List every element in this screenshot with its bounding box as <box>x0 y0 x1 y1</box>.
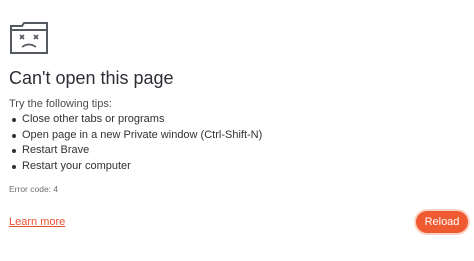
error-code: Error code: 4 <box>9 184 59 194</box>
tip-restart-computer: Restart your computer <box>9 159 262 175</box>
learn-more-link[interactable]: Learn more <box>9 216 65 228</box>
tips-heading: Try the following tips: <box>9 98 112 110</box>
sad-tab-icon <box>10 22 48 54</box>
tip-close-tabs: Close other tabs or programs <box>9 112 262 128</box>
tip-restart-browser: Restart Brave <box>9 143 262 159</box>
reload-button[interactable]: Reload <box>416 211 468 233</box>
tips-list: Close other tabs or programs Open page i… <box>9 112 262 174</box>
page-title: Can't open this page <box>9 68 174 88</box>
tip-private-window: Open page in a new Private window (Ctrl-… <box>9 128 262 144</box>
